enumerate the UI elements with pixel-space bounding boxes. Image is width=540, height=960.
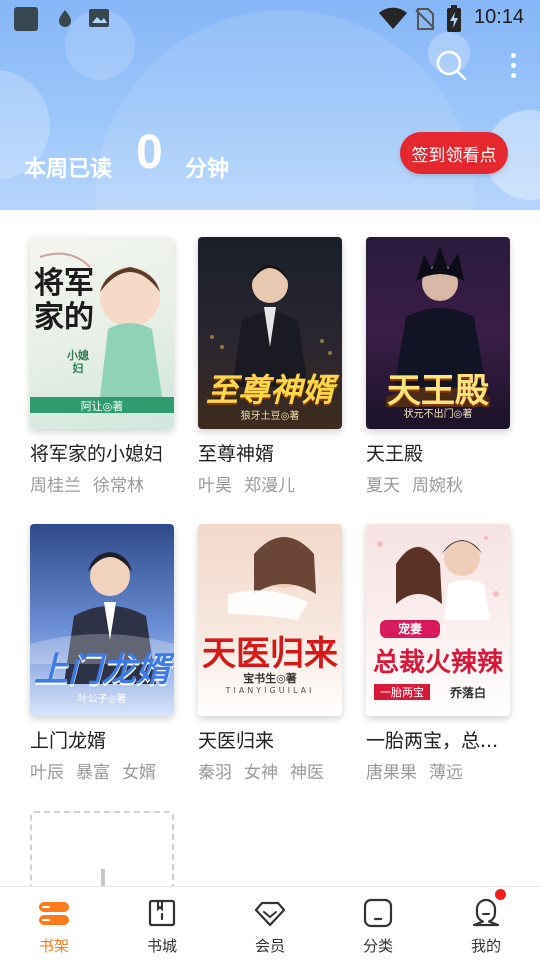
cover-title: 至尊神婿	[205, 371, 334, 409]
book-tag: 徐常林	[93, 476, 144, 496]
droplet-icon	[59, 10, 71, 27]
battery-charging-icon	[447, 5, 461, 32]
cover-author: 状元不出门◎著	[403, 409, 473, 420]
wifi-icon	[379, 7, 407, 29]
book-tag: 神医	[290, 763, 324, 783]
image-icon	[89, 9, 109, 27]
book-tag: 女神	[244, 763, 278, 783]
book-tag: 夏天	[366, 476, 400, 496]
book-title: 上门龙婿	[30, 730, 107, 752]
cover-author: 狼牙土豆◎著	[240, 411, 300, 422]
cover-title: 总裁火辣辣	[372, 648, 503, 678]
cover-title: 上门龙婿	[34, 650, 170, 690]
book-cover: 天医归来 宝书生◎著 TIANYIGUILAI	[198, 524, 342, 716]
book-tags: 周桂兰 徐常林	[30, 471, 156, 496]
book-cover: 至尊神婿 狼牙土豆◎著	[198, 237, 342, 429]
book-title: 天医归来	[198, 730, 275, 752]
nav-label: 分类	[362, 937, 393, 955]
nav-item-category[interactable]: 分类	[324, 887, 432, 960]
profile-icon	[472, 898, 500, 927]
book-tag: 叶辰	[30, 763, 64, 783]
book-tag: 唐果果	[366, 763, 417, 783]
weekly-minutes-count: 0	[136, 126, 163, 179]
nav-item-bookstore[interactable]: 书城	[108, 887, 216, 960]
nav-label: 会员	[254, 937, 285, 955]
book-tags: 叶辰 暴富 女婿	[30, 758, 168, 783]
signin-reward-button[interactable]: 签到领看点	[400, 132, 508, 174]
book-tags: 叶昊 郑漫儿	[198, 471, 307, 496]
book-title: 将军家的小媳妇	[30, 443, 164, 465]
book-tag: 郑漫儿	[244, 476, 295, 496]
book-tag: 周婉秋	[412, 476, 463, 496]
book-tag: 叶昊	[198, 476, 232, 496]
nav-label: 书架	[38, 937, 69, 955]
bookshelf-icon	[39, 902, 69, 925]
bookstore-icon	[148, 899, 176, 927]
cover-author: 宝书生◎著	[243, 672, 297, 685]
cover-author: 阿让◎著	[80, 400, 124, 413]
add-book-slot[interactable]	[30, 811, 174, 893]
cover-author: 叶公子◎著	[77, 694, 127, 705]
book-cover: 上门龙婿 叶公子◎著	[30, 524, 174, 716]
no-sim-icon	[415, 8, 435, 30]
book-cover: 宠妻 总裁火辣辣 一胎两宝 乔落白	[366, 524, 510, 716]
book-title: 至尊神婿	[198, 443, 275, 465]
cover-title: 将军家的	[34, 266, 94, 335]
category-icon	[363, 898, 393, 928]
more-vert-icon[interactable]	[500, 48, 528, 82]
book-tag: 周桂兰	[30, 476, 81, 496]
nav-label: 书城	[146, 937, 177, 955]
cover-author: 乔落白	[449, 686, 486, 700]
nav-item-profile[interactable]: 我的	[432, 887, 540, 960]
bottom-nav: 书架 书城 会员 分类 我的	[0, 886, 540, 960]
search-icon[interactable]	[434, 48, 468, 82]
book-tags: 唐果果 薄远	[366, 758, 475, 783]
weekly-prefix: 本周已读	[24, 157, 113, 182]
weekly-unit: 分钟	[185, 157, 230, 182]
dot	[511, 63, 516, 68]
notification-badge	[495, 889, 506, 900]
nav-item-vip[interactable]: 会员	[216, 887, 324, 960]
app-square-icon	[14, 7, 38, 31]
book-tag: 暴富	[76, 763, 110, 783]
book-cover: 天王殿 状元不出门◎著	[366, 237, 510, 429]
status-bar: 10:14	[0, 0, 540, 38]
book-cover: 将军家的 小媳妇 阿让◎著	[30, 237, 174, 429]
cover-badge: 宠妻	[380, 620, 440, 638]
decor-bubble	[95, 10, 475, 210]
book-tags: 夏天 周婉秋	[366, 471, 475, 496]
diamond-icon	[254, 901, 286, 927]
dot	[511, 73, 516, 78]
nav-item-bookshelf[interactable]: 书架	[0, 887, 108, 960]
status-time: 10:14	[474, 6, 525, 28]
book-tags: 秦羽 女神 神医	[198, 758, 336, 783]
cover-subtitle: 一胎两宝	[374, 684, 430, 700]
book-tag: 女婿	[122, 763, 156, 783]
cover-title: 天医归来	[202, 634, 338, 674]
nav-label: 我的	[470, 937, 501, 955]
book-title: 天王殿	[366, 443, 424, 465]
book-tag: 薄远	[429, 763, 463, 783]
dot	[511, 53, 516, 58]
book-title: 一胎两宝，总...	[366, 730, 499, 752]
cover-subtitle: 小媳妇	[67, 349, 89, 375]
cover-pinyin: TIANYIGUILAI	[225, 686, 315, 695]
book-tag: 秦羽	[198, 763, 232, 783]
header-banner: 10:14 本周已读 0 分钟 签到领看点	[0, 0, 540, 210]
